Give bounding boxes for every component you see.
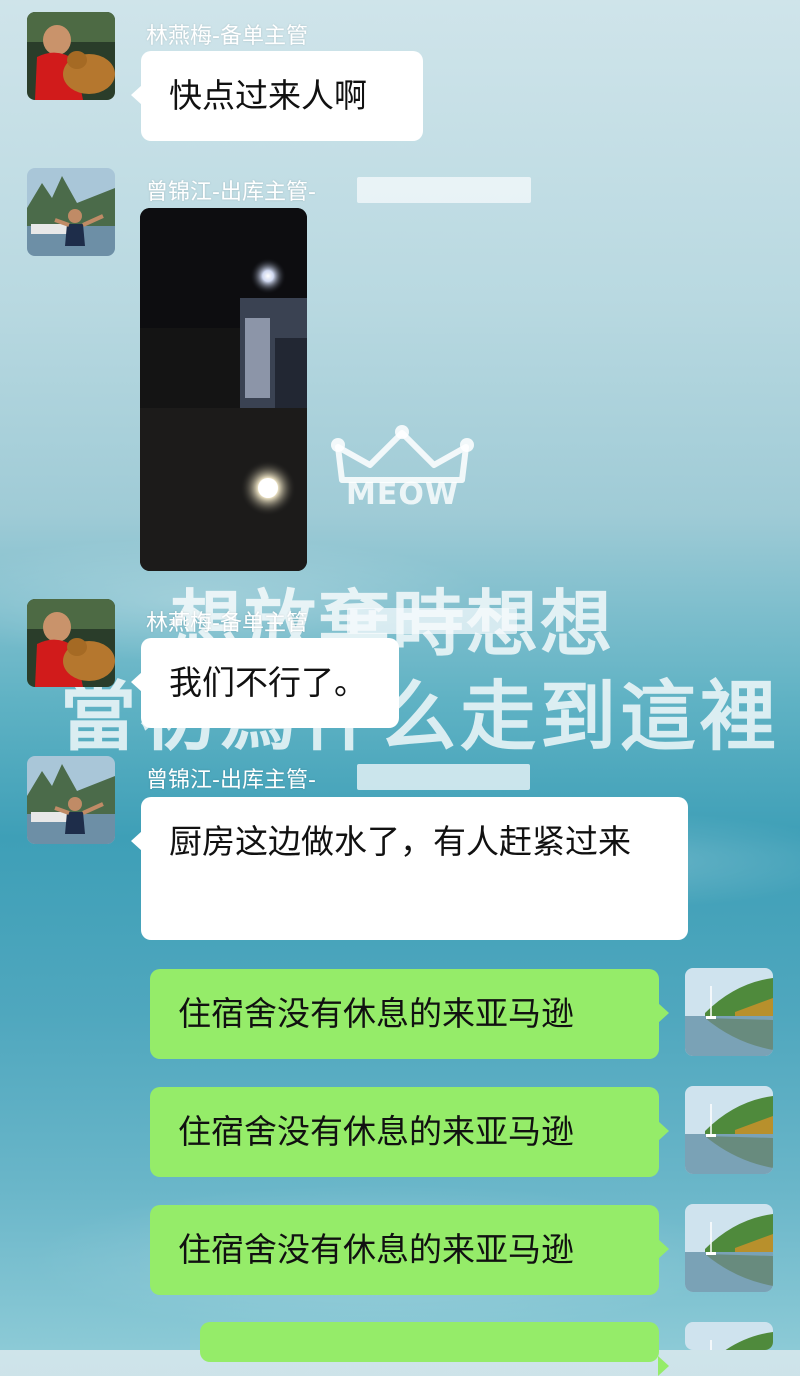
crown-icon: [331, 425, 474, 483]
name-redaction: [357, 764, 530, 790]
avatar-lake-landscape[interactable]: [685, 1322, 773, 1350]
image-message-dark-warehouse-photo[interactable]: [140, 208, 307, 571]
message-bubble[interactable]: 住宿舍没有休息的来亚马逊: [150, 1205, 669, 1295]
message-bubble[interactable]: 住宿舍没有休息的来亚马逊: [150, 969, 669, 1059]
message-bubble[interactable]: 厨房这边做水了，有人赶紧过来: [131, 797, 688, 940]
sender-name: 林燕梅-备单主管: [146, 24, 308, 49]
message-bubble[interactable]: [200, 1322, 669, 1376]
avatar-man-on-boat[interactable]: [27, 756, 115, 844]
avatar-lake-landscape[interactable]: [685, 1086, 773, 1174]
avatar-man-on-boat[interactable]: [27, 168, 115, 256]
avatar-lake-landscape[interactable]: [685, 1204, 773, 1292]
sender-name: 曾锦江-出库主管-: [146, 768, 316, 793]
message-bubble[interactable]: 我们不行了。: [131, 638, 399, 728]
avatar-lake-landscape[interactable]: [685, 968, 773, 1056]
avatar-woman-with-dog[interactable]: [27, 12, 115, 100]
message-bubble[interactable]: 快点过来人啊: [131, 51, 423, 141]
message-bubble[interactable]: 住宿舍没有休息的来亚马逊: [150, 1087, 669, 1177]
name-redaction: [347, 608, 517, 634]
sender-name: 曾锦江-出库主管-: [146, 180, 316, 205]
wallpaper-logo-text: MEOW: [346, 477, 459, 512]
sender-name: 林燕梅-备单主管: [146, 611, 308, 636]
wallpaper-logo: MEOW: [330, 425, 475, 520]
avatar-woman-with-dog[interactable]: [27, 599, 115, 687]
name-redaction: [357, 177, 531, 203]
